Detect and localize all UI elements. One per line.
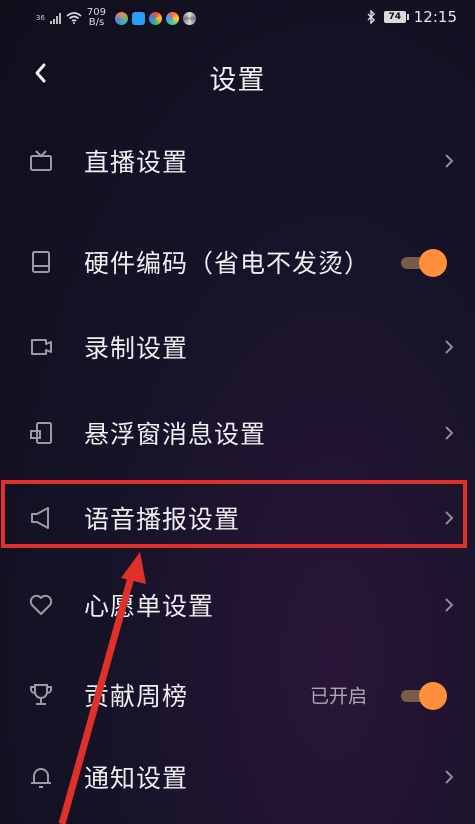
wifi-icon xyxy=(66,12,82,24)
chevron-right-icon xyxy=(445,340,454,354)
toggle-knob xyxy=(419,249,447,277)
settings-item-recording[interactable]: 录制设置 xyxy=(0,307,475,387)
app-notification-icon xyxy=(183,11,197,25)
tv-icon xyxy=(30,150,52,171)
settings-item-weekly-ranking: 贡献周榜 已开启 xyxy=(0,655,475,735)
trophy-icon xyxy=(30,684,52,705)
annotation-highlight-box xyxy=(1,480,467,548)
clock: 12:15 xyxy=(413,8,457,26)
settings-item-floating-window[interactable]: 悬浮窗消息设置 xyxy=(0,393,475,473)
settings-item-label: 心愿单设置 xyxy=(84,592,215,621)
battery-icon: 74 xyxy=(383,11,409,23)
status-bar: 36 709 B/s 74 12:15 xyxy=(0,0,475,36)
app-notification-icon xyxy=(149,11,163,25)
app-notification-icon xyxy=(132,11,146,25)
hardware-icon xyxy=(32,251,50,273)
notification-icons xyxy=(115,11,197,25)
net-speed-unit: B/s xyxy=(88,17,105,28)
bell-icon xyxy=(31,768,51,788)
bluetooth-icon xyxy=(367,10,375,24)
toggle-status-text: 已开启 xyxy=(309,685,367,708)
net-speed: 709 B/s xyxy=(87,8,106,28)
heart-icon xyxy=(29,594,53,615)
weekly-ranking-toggle[interactable] xyxy=(399,682,447,710)
hardware-encoding-toggle[interactable] xyxy=(399,249,447,277)
chevron-right-icon xyxy=(445,154,454,168)
settings-item-hardware-encoding: 硬件编码（省电不发烫） xyxy=(0,222,475,302)
page-title: 设置 xyxy=(209,65,266,96)
app-notification-icon xyxy=(166,11,180,25)
header: 设置 xyxy=(0,48,475,104)
signal-bars-icon xyxy=(49,12,61,24)
settings-item-wishlist[interactable]: 心愿单设置 xyxy=(0,565,475,645)
settings-item-label: 硬件编码（省电不发烫） xyxy=(84,249,371,278)
settings-item-notifications[interactable]: 通知设置 xyxy=(0,737,475,817)
chevron-right-icon xyxy=(445,426,454,440)
app-notification-icon xyxy=(115,11,129,25)
chevron-right-icon xyxy=(445,598,454,612)
settings-item-label: 直播设置 xyxy=(84,148,189,177)
signal-label: 36 xyxy=(36,13,45,22)
settings-item-label: 通知设置 xyxy=(84,764,189,793)
record-icon xyxy=(31,339,52,355)
floating-window-icon xyxy=(30,422,52,444)
toggle-knob xyxy=(419,682,447,710)
settings-item-live[interactable]: 直播设置 xyxy=(0,121,475,201)
settings-item-label: 录制设置 xyxy=(84,334,189,363)
chevron-right-icon xyxy=(445,770,454,784)
settings-item-label: 悬浮窗消息设置 xyxy=(84,420,267,449)
settings-item-label: 贡献周榜 xyxy=(84,682,189,711)
